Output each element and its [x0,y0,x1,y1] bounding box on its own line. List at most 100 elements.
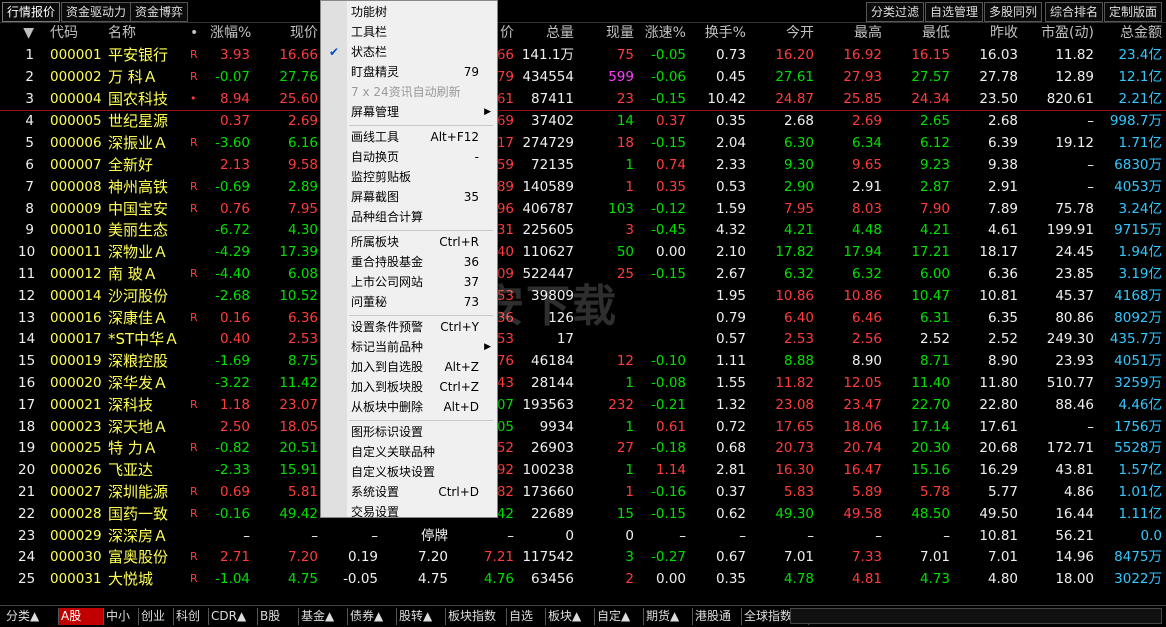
menu-item[interactable]: 从板块中删除 Alt+D [349,398,495,417]
column-header[interactable]: 现价 [272,23,318,43]
bottom-tab[interactable]: 分类▲ [4,608,59,625]
top-right-tab[interactable]: 定制版面 [1104,2,1163,22]
top-right-tab[interactable]: 分类过滤 [866,2,925,22]
column-header[interactable]: • [190,23,204,43]
bottom-tab[interactable]: 创业 [139,608,174,625]
bottom-tab[interactable]: 股转▲ [397,608,446,625]
menu-item[interactable]: 交易设置 [349,503,495,522]
table-row[interactable]: 23 000029 深深房Ａ – – – 停牌 – 0 0 – – – – – 10.81 56.21 0.0 [0,525,1166,547]
bottom-tab[interactable]: 中小 [104,608,139,625]
cell-prev: 6.39 [987,135,1018,152]
menu-item[interactable]: 状态栏 [349,43,495,62]
top-tab[interactable]: 行情报价 [2,2,61,22]
bottom-tab[interactable]: 港股通 [693,608,742,625]
bottom-tab[interactable]: B股 [258,608,299,625]
table-row[interactable]: 20 000026 飞亚达 -2.33 15.91 92 100238 1 1.14 2.81 16… [0,459,1166,481]
cell-hidden2: 4.75 [417,571,448,588]
menu-item[interactable]: 所属板块 Ctrl+R [349,233,495,252]
table-row[interactable]: 7 000008 神州高铁 R -0.69 2.89 89 140589 1 0.35 0.53 2.… [0,176,1166,198]
menu-item[interactable]: 画线工具 Alt+F12 [349,128,495,147]
bottom-tab[interactable]: CDR▲ [209,608,258,625]
table-row[interactable]: 6 000007 全新好 2.13 9.58 59 72135 1 0.74 2.33 9.30 9.… [0,154,1166,176]
menu-item[interactable]: 系统设置 Ctrl+D [349,483,495,502]
bottom-tab[interactable]: 板块指数 [446,608,507,625]
column-header[interactable]: 现量 [590,23,634,43]
table-row[interactable]: 3 000004 国农科技 • 8.94 25.60 61 87411 23 -0.15 10.42… [0,88,1166,110]
table-row[interactable]: 24 000030 富奥股份 R 2.71 7.20 0.19 7.20 7.21 117542 3… [0,546,1166,568]
menu-item[interactable]: 自定义板块设置 [349,463,495,482]
menu-item[interactable]: 屏幕截图 35 [349,188,495,207]
column-header[interactable]: 换手% [700,23,746,43]
menu-item[interactable]: 重合持股基金 36 [349,253,495,272]
top-tab[interactable]: 资金博弈 [130,2,189,22]
column-header[interactable]: ▼ [18,23,34,43]
menu-item[interactable]: 监控剪贴板 [349,168,495,187]
column-header[interactable]: 涨速% [640,23,686,43]
bottom-tab[interactable]: 债券▲ [348,608,397,625]
context-menu: 功能树 工具栏 状态栏 ✔ 盯盘精灵 79 7 x 24资讯自动刷新 屏幕管理 ▶ 画线工具 Alt… [320,0,498,519]
menu-item[interactable]: 标记当前品种 ▶ [349,338,495,357]
menu-item[interactable]: 自定义关联品种 [349,443,495,462]
cell-mark: R [190,310,198,324]
cell-low: 4.73 [919,571,950,588]
column-header[interactable]: 涨幅% [210,23,251,43]
top-right-tab[interactable]: 综合排名 [1045,2,1104,22]
menu-item[interactable]: 图形标识设置 [349,423,495,442]
column-header[interactable]: 名称 [108,23,182,43]
top-right-tab[interactable]: 自选管理 [925,2,984,22]
column-header[interactable]: 代码 [50,23,98,43]
table-row[interactable]: 1 000001 平安银行 R 3.93 16.66 66 141.1万 75 -0.05 0.73… [0,44,1166,66]
table-row[interactable]: 25 000031 大悦城 R -1.04 4.75 -0.05 4.75 4.76 63456 2… [0,568,1166,590]
table-row[interactable]: 9 000010 美丽生态 -6.72 4.30 31 225605 3 -0.45 4.32 4.… [0,219,1166,241]
cell-prev: 18.17 [979,244,1018,261]
table-row[interactable]: 18 000023 深天地Ａ 2.50 18.05 05 9934 1 0.61 0.72 17.6… [0,416,1166,438]
bottom-tab[interactable]: 自选 [507,608,546,625]
top-right-tab[interactable]: 多股同列 [984,2,1043,22]
menu-item[interactable]: 上市公司网站 37 [349,273,495,292]
menu-item[interactable]: 屏幕管理 ▶ [349,103,495,122]
table-row[interactable]: 16 000020 深华发Ａ -3.22 11.42 43 28144 1 -0.08 1.55 1… [0,372,1166,394]
table-row[interactable]: 2 000002 万 科Ａ R -0.07 27.76 79 434554 599 -0.06 0.… [0,66,1166,88]
table-row[interactable]: 4 000005 世纪星源 0.37 2.69 69 37402 14 0.37 0.35 2.68… [0,110,1166,132]
cell-turn: 0.45 [715,68,746,85]
column-header[interactable]: 市盈(动) [1036,23,1094,43]
cell-vol: 63456 [531,571,574,588]
column-header[interactable]: 昨收 [966,23,1018,43]
horizontal-scrollbar[interactable] [790,608,1162,624]
bottom-tab[interactable]: 基金▲ [299,608,348,625]
bottom-tab[interactable]: A股 [59,608,104,625]
menu-item[interactable]: 盯盘精灵 79 [349,63,495,82]
table-row[interactable]: 5 000006 深振业Ａ R -3.60 6.16 17 274729 18 -0.15 2.04… [0,132,1166,154]
cell-spd: 0.61 [655,418,686,435]
column-header[interactable]: 今开 [766,23,814,43]
top-tab[interactable]: 资金驱动力 [61,2,132,22]
column-header[interactable]: 总金额 [1100,23,1162,43]
bottom-tab[interactable]: 板块▲ [546,608,595,625]
table-row[interactable]: 10 000011 深物业Ａ -4.29 17.39 40 110627 50 0.00 2.10… [0,241,1166,263]
bottom-tab[interactable]: 自定▲ [595,608,644,625]
table-row[interactable]: 15 000019 深粮控股 -1.69 8.75 76 46184 12 -0.10 1.11 8… [0,350,1166,372]
cell-chg: 0.37 [219,113,250,130]
menu-item[interactable]: 加入到板块股 Ctrl+Z [349,378,495,397]
cell-high: 23.47 [843,396,882,413]
menu-item[interactable]: 功能树 [349,3,495,22]
menu-item[interactable]: 问董秘 73 [349,293,495,312]
bottom-tab[interactable]: 科创 [174,608,209,625]
table-row[interactable]: 8 000009 中国宝安 R 0.76 7.95 96 406787 103 -0.12 1.59… [0,198,1166,220]
menu-item[interactable]: 品种组合计算 [349,208,495,227]
menu-item[interactable]: 自动换页 - [349,148,495,167]
table-row[interactable]: 19 000025 特 力Ａ R -0.82 20.51 52 26903 27 -0.18 0.6… [0,437,1166,459]
bottom-tab[interactable]: 期货▲ [644,608,693,625]
column-header[interactable]: 最高 [832,23,882,43]
menu-item[interactable]: 工具栏 [349,23,495,42]
table-row[interactable]: 21 000027 深圳能源 R 0.69 5.81 82 173660 1 -0.16 0.37 5… [0,481,1166,503]
cell-low: – [943,527,950,544]
menu-item[interactable]: 设置条件预警 Ctrl+Y [349,318,495,337]
cell-vol: 140589 [522,178,574,195]
column-header[interactable]: 总量 [520,23,574,43]
menu-item[interactable]: 加入到自选股 Alt+Z [349,358,495,377]
cell-high: 49.58 [843,505,882,522]
column-header[interactable]: 最低 [898,23,950,43]
table-row[interactable]: 17 000021 深科技 R 1.18 23.07 07 193563 232 -0.21 1.3… [0,394,1166,416]
table-row[interactable]: 22 000028 国药一致 R -0.16 49.42 42 22689 15 -0.15 0.6… [0,503,1166,525]
